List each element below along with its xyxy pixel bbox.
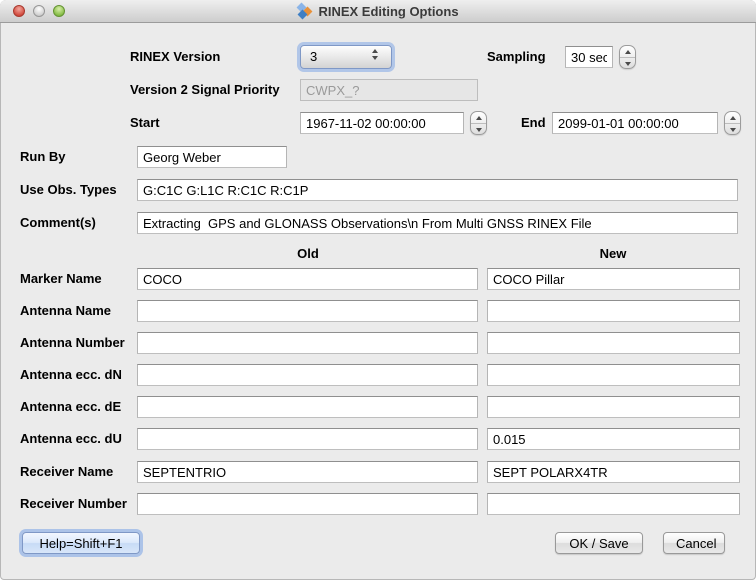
antenna-number-old-input[interactable] bbox=[137, 332, 478, 354]
ok-save-button[interactable]: OK / Save bbox=[555, 532, 643, 554]
marker-name-new-input[interactable] bbox=[487, 268, 740, 290]
antenna-name-old-input[interactable] bbox=[137, 300, 478, 322]
obs-types-input[interactable] bbox=[137, 179, 738, 201]
rinex-version-label: RINEX Version bbox=[130, 46, 220, 68]
help-button[interactable]: Help=Shift+F1 bbox=[22, 532, 140, 554]
rinex-version-value: 3 bbox=[310, 46, 317, 68]
antenna-ecc-du-old-input[interactable] bbox=[137, 428, 478, 450]
comments-input[interactable] bbox=[137, 212, 738, 234]
v2-priority-input bbox=[300, 79, 478, 101]
antenna-ecc-dn-new-input[interactable] bbox=[487, 364, 740, 386]
antenna-ecc-du-label: Antenna ecc. dU bbox=[20, 428, 122, 450]
antenna-ecc-de-label: Antenna ecc. dE bbox=[20, 396, 121, 418]
sampling-label: Sampling bbox=[487, 46, 546, 68]
marker-name-label: Marker Name bbox=[20, 268, 102, 290]
receiver-name-old-input[interactable] bbox=[137, 461, 478, 483]
start-input[interactable] bbox=[300, 112, 464, 134]
end-label: End bbox=[521, 112, 546, 134]
spin-down-icon[interactable] bbox=[372, 56, 378, 60]
marker-name-old-input[interactable] bbox=[137, 268, 478, 290]
end-input[interactable] bbox=[552, 112, 718, 134]
stepper-down-icon[interactable] bbox=[476, 128, 482, 132]
antenna-ecc-dn-old-input[interactable] bbox=[137, 364, 478, 386]
obs-types-label: Use Obs. Types bbox=[20, 179, 117, 201]
new-column-header: New bbox=[600, 243, 627, 265]
stepper-down-icon[interactable] bbox=[730, 128, 736, 132]
antenna-name-new-input[interactable] bbox=[487, 300, 740, 322]
stepper-up-icon[interactable] bbox=[730, 116, 736, 120]
sampling-input[interactable] bbox=[565, 46, 613, 68]
rinex-editing-options-dialog: RINEX Editing Options RINEX Version 3 Sa… bbox=[0, 0, 756, 580]
receiver-number-new-input[interactable] bbox=[487, 493, 740, 515]
spin-up-icon[interactable] bbox=[372, 49, 378, 53]
antenna-ecc-du-new-input[interactable] bbox=[487, 428, 740, 450]
start-label: Start bbox=[130, 112, 160, 134]
cancel-button[interactable]: Cancel bbox=[663, 532, 725, 554]
title-bar[interactable]: RINEX Editing Options bbox=[0, 0, 756, 23]
stepper-up-icon[interactable] bbox=[625, 50, 631, 54]
stepper-down-icon[interactable] bbox=[625, 62, 631, 66]
antenna-ecc-de-old-input[interactable] bbox=[137, 396, 478, 418]
receiver-number-old-input[interactable] bbox=[137, 493, 478, 515]
run-by-input[interactable] bbox=[137, 146, 287, 168]
antenna-ecc-dn-label: Antenna ecc. dN bbox=[20, 364, 122, 386]
receiver-name-new-input[interactable] bbox=[487, 461, 740, 483]
antenna-name-label: Antenna Name bbox=[20, 300, 111, 322]
sampling-stepper[interactable] bbox=[619, 45, 636, 69]
run-by-label: Run By bbox=[20, 146, 66, 168]
end-stepper[interactable] bbox=[724, 111, 741, 135]
window-title: RINEX Editing Options bbox=[318, 4, 458, 19]
start-stepper[interactable] bbox=[470, 111, 487, 135]
old-column-header: Old bbox=[297, 243, 319, 265]
antenna-number-label: Antenna Number bbox=[20, 332, 125, 354]
comments-label: Comment(s) bbox=[20, 212, 96, 234]
antenna-ecc-de-new-input[interactable] bbox=[487, 396, 740, 418]
receiver-name-label: Receiver Name bbox=[20, 461, 113, 483]
stepper-up-icon[interactable] bbox=[476, 116, 482, 120]
app-icon bbox=[297, 3, 313, 19]
antenna-number-new-input[interactable] bbox=[487, 332, 740, 354]
v2-priority-label: Version 2 Signal Priority bbox=[130, 79, 280, 101]
receiver-number-label: Receiver Number bbox=[20, 493, 127, 515]
rinex-version-spinbox[interactable]: 3 bbox=[300, 45, 392, 69]
